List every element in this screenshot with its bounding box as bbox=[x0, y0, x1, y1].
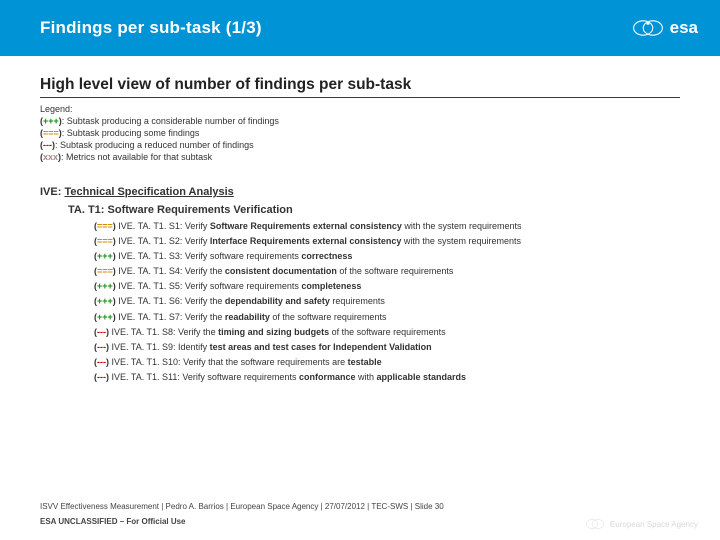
footer-logo-text: European Space Agency bbox=[610, 520, 698, 529]
task-item: (---) IVE. TA. T1. S9: Identify test are… bbox=[94, 341, 680, 354]
task-item: (===) IVE. TA. T1. S4: Verify the consis… bbox=[94, 265, 680, 278]
slide-header: Findings per sub-task (1/3) esa bbox=[0, 0, 720, 56]
legend-item: (xxx): Metrics not available for that su… bbox=[40, 152, 680, 162]
esa-logo-text: esa bbox=[670, 18, 698, 38]
esa-logo: esa bbox=[632, 18, 698, 38]
legend-item: (---): Subtask producing a reduced numbe… bbox=[40, 140, 680, 150]
task-item: (+++) IVE. TA. T1. S3: Verify software r… bbox=[94, 250, 680, 263]
ive-heading: IVE: Technical Specification Analysis bbox=[40, 186, 680, 198]
esa-logo-icon bbox=[584, 518, 606, 530]
ta-heading: TA. T1: Software Requirements Verificati… bbox=[68, 204, 680, 216]
legend-item: (===): Subtask producing some findings bbox=[40, 128, 680, 138]
task-item: (===) IVE. TA. T1. S1: Verify Software R… bbox=[94, 220, 680, 233]
slide-body: High level view of number of findings pe… bbox=[0, 56, 720, 384]
task-item: (---) IVE. TA. T1. S10: Verify that the … bbox=[94, 356, 680, 369]
slide-title: Findings per sub-task (1/3) bbox=[40, 18, 262, 38]
task-list: (===) IVE. TA. T1. S1: Verify Software R… bbox=[94, 220, 680, 384]
footer-meta: ISVV Effectiveness Measurement | Pedro A… bbox=[40, 502, 700, 511]
footer-logo: European Space Agency bbox=[584, 518, 698, 530]
ive-title: Technical Specification Analysis bbox=[64, 186, 233, 198]
task-item: (---) IVE. TA. T1. S11: Verify software … bbox=[94, 371, 680, 384]
task-item: (+++) IVE. TA. T1. S6: Verify the depend… bbox=[94, 295, 680, 308]
task-item: (+++) IVE. TA. T1. S5: Verify software r… bbox=[94, 280, 680, 293]
task-item: (+++) IVE. TA. T1. S7: Verify the readab… bbox=[94, 311, 680, 324]
legend-label: Legend: bbox=[40, 104, 680, 114]
legend-list: (+++): Subtask producing a considerable … bbox=[40, 116, 680, 162]
task-item: (===) IVE. TA. T1. S2: Verify Interface … bbox=[94, 235, 680, 248]
task-item: (---) IVE. TA. T1. S8: Verify the timing… bbox=[94, 326, 680, 339]
esa-logo-icon bbox=[632, 18, 664, 38]
ive-block: IVE: Technical Specification Analysis TA… bbox=[40, 186, 680, 384]
legend-item: (+++): Subtask producing a considerable … bbox=[40, 116, 680, 126]
ive-label: IVE: bbox=[40, 186, 61, 198]
section-subtitle: High level view of number of findings pe… bbox=[40, 76, 680, 98]
